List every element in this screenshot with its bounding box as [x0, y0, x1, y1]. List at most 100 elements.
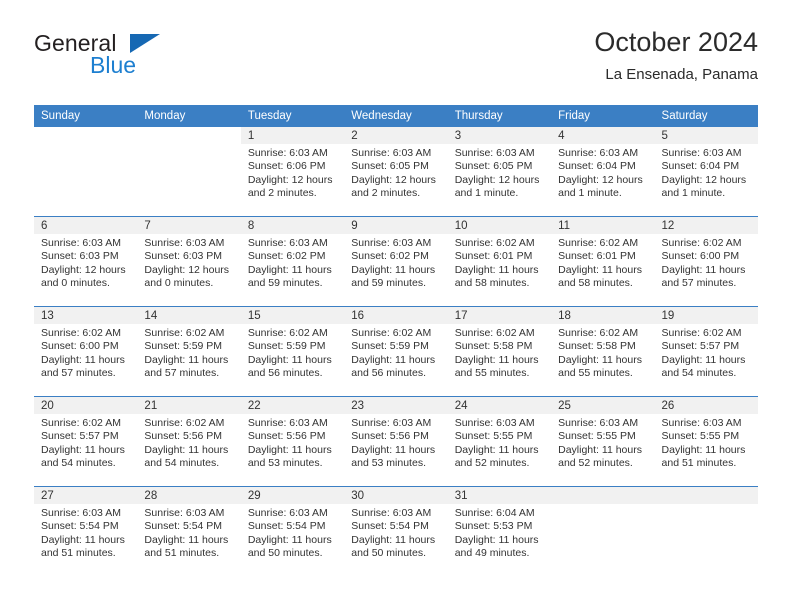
- day-details: Sunrise: 6:03 AM Sunset: 5:54 PM Daylight:…: [241, 504, 344, 560]
- day-cell-inner: 25 Sunrise: 6:03 AM Sunset: 5:55 PM Dayligh…: [551, 397, 655, 486]
- calendar-day-cell[interactable]: 1 Sunrise: 6:03 AM Sunset: 6:06 PM Daylight…: [240, 127, 345, 217]
- day-cell-inner: 7 Sunrise: 6:03 AM Sunset: 6:03 PM Daylight…: [137, 217, 241, 306]
- calendar-day-cell[interactable]: 23 Sunrise: 6:03 AM Sunset: 5:56 PM Dayligh…: [344, 396, 448, 487]
- calendar-day-cell[interactable]: 7 Sunrise: 6:03 AM Sunset: 6:03 PM Daylight…: [137, 216, 241, 307]
- calendar-day-cell[interactable]: 3 Sunrise: 6:03 AM Sunset: 6:05 PM Daylight…: [447, 127, 552, 217]
- calendar-day-cell[interactable]: 10 Sunrise: 6:02 AM Sunset: 6:01 PM Dayligh…: [447, 216, 552, 307]
- sunset-text: Sunset: 5:55 PM: [661, 430, 740, 443]
- sunrise-text: Sunrise: 6:02 AM: [454, 237, 535, 249]
- weekday-header-tuesday: Tuesday: [240, 105, 345, 127]
- calendar-day-cell[interactable]: 14 Sunrise: 6:02 AM Sunset: 5:59 PM Dayligh…: [137, 306, 241, 397]
- sunset-text: Sunset: 6:03 PM: [144, 250, 223, 263]
- calendar-day-cell[interactable]: 28 Sunrise: 6:03 AM Sunset: 5:54 PM Dayligh…: [137, 487, 241, 577]
- calendar-day-cell[interactable]: 19 Sunrise: 6:02 AM Sunset: 5:57 PM Dayligh…: [654, 306, 758, 397]
- daylight-text: Daylight: 11 hours and 50 minutes.: [247, 533, 332, 559]
- calendar-day-cell[interactable]: 30 Sunrise: 6:03 AM Sunset: 5:54 PM Dayligh…: [344, 487, 448, 577]
- calendar-day-cell[interactable]: 21 Sunrise: 6:02 AM Sunset: 5:56 PM Dayligh…: [137, 396, 241, 487]
- sunset-text: Sunset: 6:05 PM: [351, 160, 429, 173]
- calendar-week-row: 13 Sunrise: 6:02 AM Sunset: 6:00 PM Dayligh…: [34, 306, 758, 397]
- calendar-day-cell[interactable]: 25 Sunrise: 6:03 AM Sunset: 5:55 PM Dayligh…: [551, 396, 655, 487]
- sunrise-text: Sunrise: 6:03 AM: [247, 147, 328, 159]
- calendar-day-cell[interactable]: 8 Sunrise: 6:03 AM Sunset: 6:02 PM Daylight…: [240, 216, 345, 307]
- sunset-text: Sunset: 5:58 PM: [454, 340, 533, 353]
- daylight-text: Daylight: 11 hours and 57 minutes.: [41, 353, 125, 379]
- sunset-text: Sunset: 6:05 PM: [454, 160, 533, 173]
- general-blue-logo[interactable]: General Blue: [34, 30, 264, 94]
- calendar-day-cell[interactable]: 13 Sunrise: 6:02 AM Sunset: 6:00 PM Dayligh…: [34, 306, 138, 397]
- day-details: Sunrise: 6:03 AM Sunset: 6:04 PM Daylight:…: [551, 144, 654, 200]
- calendar-day-cell[interactable]: 31 Sunrise: 6:04 AM Sunset: 5:53 PM Dayligh…: [447, 487, 552, 577]
- daylight-text: Daylight: 11 hours and 51 minutes.: [41, 533, 125, 559]
- calendar-day-cell[interactable]: 22 Sunrise: 6:03 AM Sunset: 5:56 PM Dayligh…: [240, 396, 345, 487]
- day-number: 7: [137, 217, 241, 234]
- daylight-text: Daylight: 11 hours and 59 minutes.: [247, 263, 332, 289]
- calendar-day-cell[interactable]: 20 Sunrise: 6:02 AM Sunset: 5:57 PM Dayligh…: [34, 396, 138, 487]
- day-cell-inner: 3 Sunrise: 6:03 AM Sunset: 6:05 PM Daylight…: [447, 127, 552, 216]
- day-details: Sunrise: 6:02 AM Sunset: 5:57 PM Daylight:…: [34, 414, 137, 470]
- calendar-day-cell[interactable]: 18 Sunrise: 6:02 AM Sunset: 5:58 PM Dayligh…: [551, 306, 655, 397]
- calendar-day-cell[interactable]: 6 Sunrise: 6:03 AM Sunset: 6:03 PM Daylight…: [34, 216, 138, 307]
- day-number: 6: [34, 217, 138, 234]
- day-number: 5: [654, 127, 758, 144]
- day-details: Sunrise: 6:03 AM Sunset: 5:55 PM Daylight:…: [655, 414, 758, 470]
- calendar-day-cell[interactable]: 26 Sunrise: 6:03 AM Sunset: 5:55 PM Dayligh…: [654, 396, 758, 487]
- day-number: 31: [447, 487, 552, 504]
- day-cell-inner: 31 Sunrise: 6:04 AM Sunset: 5:53 PM Dayligh…: [447, 487, 552, 576]
- calendar-day-cell[interactable]: 17 Sunrise: 6:02 AM Sunset: 5:58 PM Dayligh…: [447, 306, 552, 397]
- day-cell-inner: 8 Sunrise: 6:03 AM Sunset: 6:02 PM Daylight…: [240, 217, 345, 306]
- day-cell-inner: [34, 127, 138, 216]
- sunrise-text: Sunrise: 6:02 AM: [144, 327, 225, 339]
- calendar-day-cell[interactable]: 11 Sunrise: 6:02 AM Sunset: 6:01 PM Dayligh…: [551, 216, 655, 307]
- day-number: [551, 487, 655, 504]
- day-number: 19: [654, 307, 758, 324]
- calendar-week-row: 1 Sunrise: 6:03 AM Sunset: 6:06 PM Daylight…: [34, 127, 758, 217]
- day-details: Sunrise: 6:03 AM Sunset: 5:56 PM Daylight:…: [241, 414, 344, 470]
- calendar-day-cell[interactable]: 24 Sunrise: 6:03 AM Sunset: 5:55 PM Dayligh…: [447, 396, 552, 487]
- sunrise-text: Sunrise: 6:02 AM: [661, 237, 742, 249]
- weekday-header-friday: Friday: [551, 105, 655, 127]
- daylight-text: Daylight: 12 hours and 2 minutes.: [247, 173, 333, 199]
- logo-text-blue: Blue: [90, 52, 137, 78]
- sunset-text: Sunset: 5:53 PM: [454, 520, 533, 533]
- calendar-day-cell[interactable]: 12 Sunrise: 6:02 AM Sunset: 6:00 PM Dayligh…: [654, 216, 758, 307]
- calendar-day-cell[interactable]: 29 Sunrise: 6:03 AM Sunset: 5:54 PM Dayligh…: [240, 487, 345, 577]
- day-cell-inner: 11 Sunrise: 6:02 AM Sunset: 6:01 PM Dayligh…: [551, 217, 655, 306]
- calendar-empty-cell: [137, 127, 241, 217]
- calendar-day-cell[interactable]: 5 Sunrise: 6:03 AM Sunset: 6:04 PM Daylight…: [654, 127, 758, 217]
- day-details: Sunrise: 6:03 AM Sunset: 5:54 PM Daylight:…: [34, 504, 137, 560]
- daylight-text: Daylight: 12 hours and 1 minute.: [558, 173, 643, 199]
- sunset-text: Sunset: 6:02 PM: [247, 250, 326, 263]
- day-number: 22: [240, 397, 345, 414]
- daylight-text: Daylight: 11 hours and 53 minutes.: [351, 443, 436, 469]
- day-cell-inner: 17 Sunrise: 6:02 AM Sunset: 5:58 PM Dayligh…: [447, 307, 552, 396]
- day-cell-inner: 12 Sunrise: 6:02 AM Sunset: 6:00 PM Dayligh…: [654, 217, 758, 306]
- calendar-day-cell[interactable]: 16 Sunrise: 6:02 AM Sunset: 5:59 PM Dayligh…: [344, 306, 448, 397]
- sunrise-text: Sunrise: 6:03 AM: [454, 147, 535, 159]
- day-details: Sunrise: 6:03 AM Sunset: 5:55 PM Daylight:…: [448, 414, 551, 470]
- daylight-text: Daylight: 11 hours and 52 minutes.: [454, 443, 539, 469]
- daylight-text: Daylight: 11 hours and 53 minutes.: [247, 443, 332, 469]
- calendar-day-cell[interactable]: 2 Sunrise: 6:03 AM Sunset: 6:05 PM Daylight…: [344, 127, 448, 217]
- day-details: Sunrise: 6:02 AM Sunset: 6:01 PM Daylight:…: [551, 234, 654, 290]
- sunrise-text: Sunrise: 6:03 AM: [351, 507, 432, 519]
- daylight-text: Daylight: 11 hours and 58 minutes.: [558, 263, 642, 289]
- daylight-text: Daylight: 11 hours and 57 minutes.: [144, 353, 229, 379]
- day-details: Sunrise: 6:02 AM Sunset: 5:59 PM Daylight:…: [344, 324, 447, 380]
- day-details: Sunrise: 6:02 AM Sunset: 5:57 PM Daylight:…: [655, 324, 758, 380]
- daylight-text: Daylight: 11 hours and 55 minutes.: [558, 353, 642, 379]
- day-details: Sunrise: 6:03 AM Sunset: 5:56 PM Daylight:…: [344, 414, 447, 470]
- calendar-day-cell[interactable]: 9 Sunrise: 6:03 AM Sunset: 6:02 PM Daylight…: [344, 216, 448, 307]
- sunrise-text: Sunrise: 6:03 AM: [144, 507, 225, 519]
- daylight-text: Daylight: 11 hours and 52 minutes.: [558, 443, 642, 469]
- calendar-day-cell[interactable]: 27 Sunrise: 6:03 AM Sunset: 5:54 PM Dayligh…: [34, 487, 138, 577]
- sunset-text: Sunset: 5:54 PM: [247, 520, 326, 533]
- day-number: 13: [34, 307, 138, 324]
- day-cell-inner: 28 Sunrise: 6:03 AM Sunset: 5:54 PM Dayligh…: [137, 487, 241, 576]
- calendar-day-cell[interactable]: 15 Sunrise: 6:02 AM Sunset: 5:59 PM Dayligh…: [240, 306, 345, 397]
- day-number: 10: [447, 217, 552, 234]
- day-number: 21: [137, 397, 241, 414]
- daylight-text: Daylight: 12 hours and 1 minute.: [661, 173, 747, 199]
- day-details: Sunrise: 6:02 AM Sunset: 5:56 PM Daylight:…: [137, 414, 240, 470]
- calendar-day-cell[interactable]: 4 Sunrise: 6:03 AM Sunset: 6:04 PM Daylight…: [551, 127, 655, 217]
- day-number: 26: [654, 397, 758, 414]
